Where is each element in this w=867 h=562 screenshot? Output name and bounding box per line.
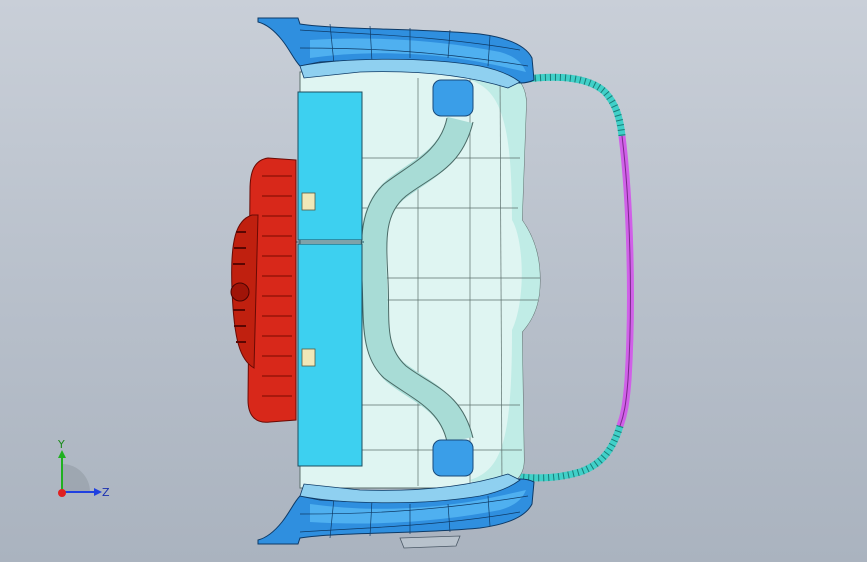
panel-tag-upper — [301, 192, 316, 211]
red-component-hub — [230, 282, 250, 302]
teal-rail-top — [519, 73, 626, 137]
mount-pad-top — [432, 79, 474, 117]
shell-bottom-tab — [399, 535, 461, 549]
coordinate-triad: Y Z — [57, 438, 110, 499]
z-axis-label: Z — [102, 486, 110, 499]
triad-quadrant — [62, 464, 90, 492]
red-component — [230, 157, 297, 423]
teal-rail-bottom-hatch — [519, 424, 624, 482]
cad-3d-viewport[interactable]: Y Z — [0, 0, 867, 562]
panel-tag-lower — [301, 348, 316, 367]
y-axis-label: Y — [57, 438, 65, 451]
mount-pad-bottom — [432, 439, 474, 477]
teal-rail-top-hatch — [519, 73, 626, 137]
cad-model-view[interactable] — [0, 0, 867, 562]
rear-panel-upper — [297, 91, 363, 241]
rear-panels — [294, 91, 364, 467]
y-axis-arrow — [58, 450, 66, 458]
pink-rail — [616, 135, 634, 428]
x-axis-dot — [58, 489, 66, 497]
z-axis-arrow — [94, 488, 102, 496]
